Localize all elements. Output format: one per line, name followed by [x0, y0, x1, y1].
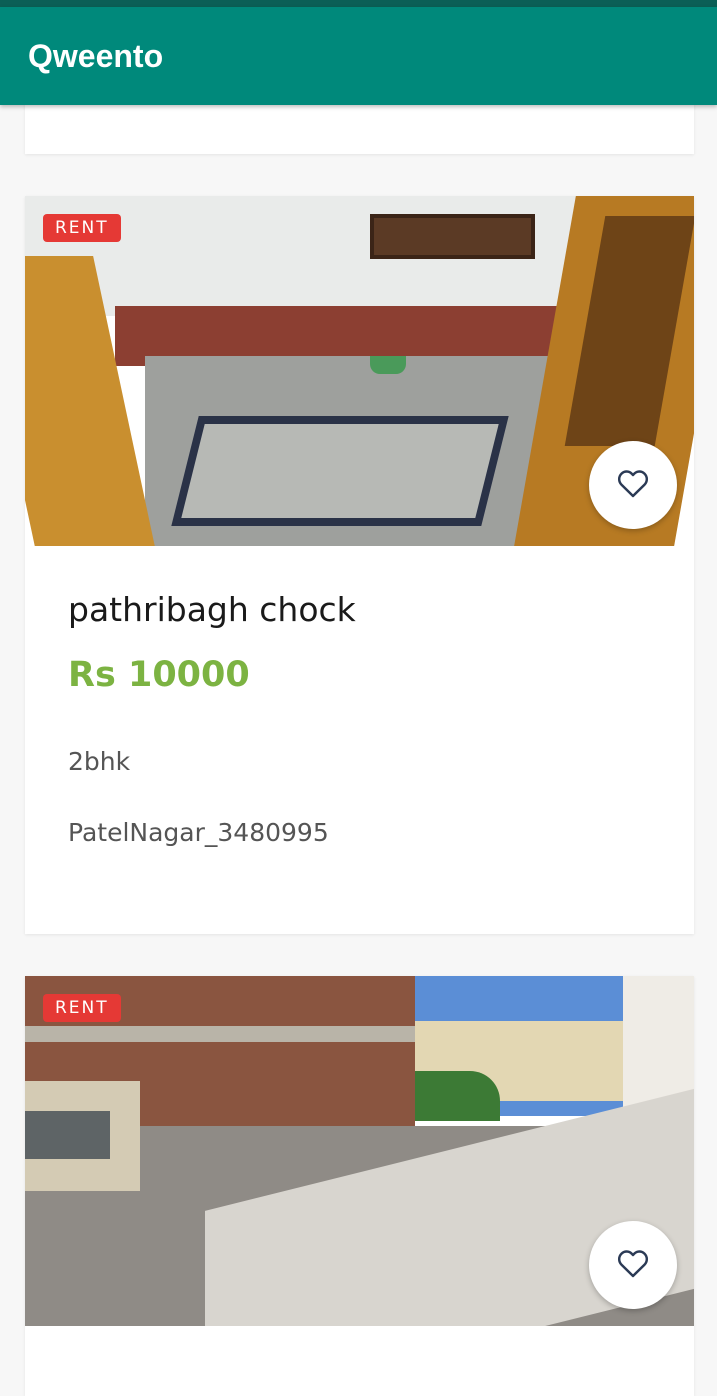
- rent-badge: RENT: [43, 994, 121, 1022]
- listing-photo[interactable]: RENT: [25, 196, 694, 546]
- listing-type: 2bhk: [68, 747, 131, 776]
- heart-outline-icon: [616, 1248, 650, 1282]
- status-bar: [0, 0, 717, 7]
- listing-details: pathribagh chock Rs 10000 2bhk PatelNaga…: [25, 546, 694, 847]
- listing-title: pathribagh chock: [68, 590, 356, 629]
- app-bar: Qweento: [0, 7, 717, 105]
- listing-price: Rs 10000: [68, 655, 250, 695]
- listing-card[interactable]: RENT pathribagh chock Rs 10000 2bhk Pate…: [25, 196, 694, 934]
- heart-outline-icon: [616, 468, 650, 502]
- favorite-button[interactable]: [589, 441, 677, 529]
- rent-badge: RENT: [43, 214, 121, 242]
- listing-card[interactable]: RENT: [25, 976, 694, 1396]
- favorite-button[interactable]: [589, 1221, 677, 1309]
- listing-code: PatelNagar_3480995: [68, 818, 329, 847]
- app-title: Qweento: [28, 37, 164, 74]
- listing-photo[interactable]: RENT: [25, 976, 694, 1326]
